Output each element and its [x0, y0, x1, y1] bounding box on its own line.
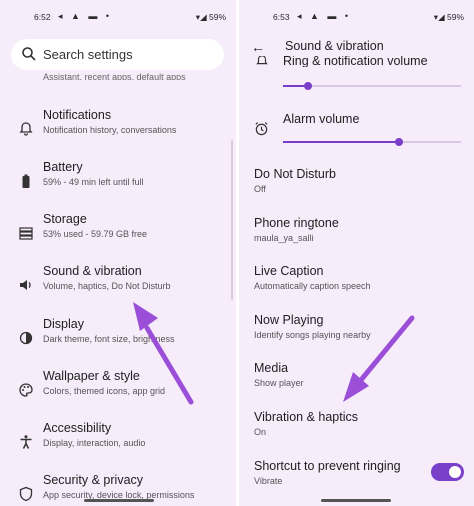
- alarm-clock-icon: [255, 122, 268, 136]
- item-subtitle: maula_ya_salli: [254, 233, 314, 243]
- toggle-knob: [449, 466, 461, 478]
- settings-item-vibration-haptics[interactable]: Vibration & haptics On: [239, 410, 474, 450]
- status-bar: 6:53 ◂ ▲ ▬ • ▾◢ 59%: [239, 0, 474, 34]
- speaker-icon: [20, 280, 31, 290]
- settings-item-media[interactable]: Media Show player: [239, 361, 474, 401]
- item-title: Notifications: [43, 108, 112, 122]
- item-subtitle: Automatically caption speech: [254, 281, 371, 291]
- notification-icons: ◂ ▲ ▬ •: [58, 11, 113, 21]
- item-subtitle: Volume, haptics, Do Not Disturb: [43, 281, 171, 291]
- item-subtitle: Identify songs playing nearby: [254, 330, 371, 340]
- battery-level: 59%: [208, 12, 226, 22]
- alarm-volume-label: Alarm volume: [283, 112, 360, 126]
- settings-item-storage[interactable]: Storage 53% used - 59.79 GB free: [0, 212, 236, 258]
- ring-volume-clip: Ring & notification volume: [239, 56, 474, 67]
- slider-thumb[interactable]: [303, 82, 312, 90]
- bell-icon: [256, 56, 268, 65]
- prevent-ringing-toggle[interactable]: [431, 463, 464, 481]
- item-title: Media: [254, 361, 289, 375]
- search-icon: [22, 47, 36, 61]
- settings-item-live-caption[interactable]: Live Caption Automatically caption speec…: [239, 264, 474, 304]
- settings-item-accessibility[interactable]: Accessibility Display, interaction, audi…: [0, 421, 236, 467]
- item-title: Display: [43, 317, 84, 331]
- item-subtitle: On: [254, 427, 267, 437]
- settings-item-sound-vibration[interactable]: Sound & vibration Volume, haptics, Do No…: [0, 264, 236, 310]
- settings-item-notifications[interactable]: Notifications Notification history, conv…: [0, 108, 236, 154]
- status-bar: 6:52 ◂ ▲ ▬ • ▾◢ 59%: [0, 0, 236, 34]
- item-title: Battery: [43, 160, 83, 174]
- back-arrow-icon[interactable]: ←: [251, 39, 265, 55]
- storage-icon: [19, 227, 33, 240]
- ring-volume-slider[interactable]: [283, 82, 461, 90]
- item-title: Accessibility: [43, 421, 112, 435]
- item-subtitle: Show player: [254, 378, 304, 388]
- item-subtitle: Off: [254, 184, 266, 194]
- settings-item-display[interactable]: Display Dark theme, font size, brightnes…: [0, 317, 236, 363]
- left-screen: 6:52 ◂ ▲ ▬ • ▾◢ 59% Search settings Assi…: [0, 0, 236, 506]
- slider-fill: [283, 141, 399, 143]
- ring-volume-label: Ring & notification volume: [283, 56, 428, 67]
- search-placeholder: Search settings: [43, 47, 133, 62]
- item-title: Live Caption: [254, 264, 324, 278]
- scrollbar[interactable]: [231, 140, 233, 300]
- item-title: Phone ringtone: [254, 216, 339, 230]
- item-subtitle: Dark theme, font size, brightness: [43, 334, 175, 344]
- item-title: Vibration & haptics: [254, 410, 358, 424]
- status-time: 6:53: [273, 12, 290, 22]
- item-title: Now Playing: [254, 313, 324, 327]
- alarm-volume-slider[interactable]: [283, 138, 461, 146]
- settings-item-phone-ringtone[interactable]: Phone ringtone maula_ya_salli: [239, 216, 474, 256]
- slider-thumb[interactable]: [394, 138, 403, 146]
- item-title: Security & privacy: [43, 473, 144, 487]
- item-title: Wallpaper & style: [43, 369, 140, 383]
- item-subtitle: 53% used - 59.79 GB free: [43, 229, 148, 239]
- item-subtitle: Display, interaction, audio: [43, 438, 146, 448]
- cutoff-subtitle: Assistant, recent apps, default apps: [43, 72, 186, 80]
- palette-icon: [19, 383, 33, 397]
- accessibility-icon: [20, 435, 32, 449]
- item-title: Storage: [43, 212, 87, 226]
- notification-icons: ◂ ▲ ▬ •: [297, 11, 352, 21]
- page-title: Sound & vibration: [285, 39, 384, 53]
- wifi-signal-icon: ▾◢: [195, 12, 207, 22]
- item-subtitle: 59% - 49 min left until full: [43, 177, 144, 187]
- status-right: ▾◢ 59%: [434, 12, 464, 23]
- settings-item-now-playing[interactable]: Now Playing Identify songs playing nearb…: [239, 313, 474, 353]
- item-title: Shortcut to prevent ringing: [254, 459, 401, 473]
- bell-icon: [19, 122, 33, 136]
- item-title: Sound & vibration: [43, 264, 142, 278]
- shield-icon: [19, 486, 33, 502]
- battery-level: 59%: [446, 12, 464, 22]
- status-time: 6:52: [34, 12, 51, 22]
- search-settings-bar[interactable]: Search settings: [11, 39, 224, 70]
- gesture-nav-bar[interactable]: [321, 499, 391, 502]
- settings-item-do-not-disturb[interactable]: Do Not Disturb Off: [239, 167, 474, 207]
- settings-item-wallpaper-style[interactable]: Wallpaper & style Colors, themed icons, …: [0, 369, 236, 415]
- gesture-nav-bar[interactable]: [84, 499, 154, 502]
- item-subtitle: Colors, themed icons, app grid: [43, 386, 166, 396]
- item-subtitle: Vibrate: [254, 476, 283, 486]
- settings-item-battery[interactable]: Battery 59% - 49 min left until full: [0, 160, 236, 206]
- wifi-signal-icon: ▾◢: [433, 12, 445, 22]
- battery-icon: [22, 174, 30, 188]
- status-right: ▾◢ 59%: [196, 12, 226, 23]
- brightness-icon: [19, 331, 33, 345]
- right-screen: 6:53 ◂ ▲ ▬ • ▾◢ 59% ← Sound & vibration …: [239, 0, 474, 506]
- item-title: Do Not Disturb: [254, 167, 336, 181]
- item-subtitle: Notification history, conversations: [43, 125, 177, 135]
